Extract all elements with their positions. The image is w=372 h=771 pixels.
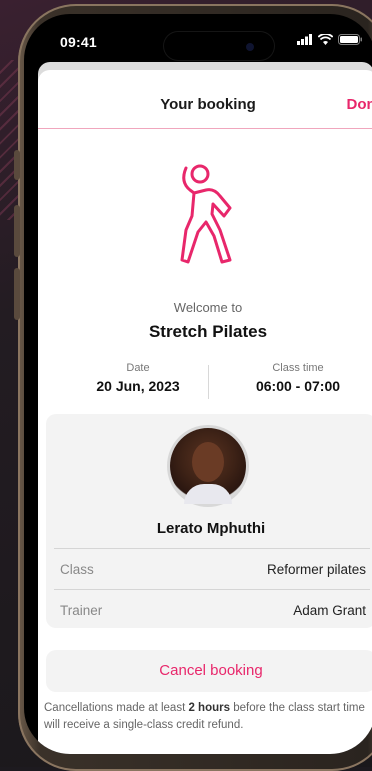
battery-icon (338, 34, 362, 45)
class-row-label: Class (60, 562, 94, 577)
phone-volume-down (14, 268, 20, 320)
time-value: 06:00 - 07:00 (228, 378, 368, 394)
date-label: Date (68, 362, 208, 374)
phone-volume-up (14, 205, 20, 257)
dynamic-island (164, 32, 274, 60)
sheet-header: Your booking Done (38, 70, 372, 129)
note-bold: 2 hours (188, 702, 230, 714)
welcome-text: Welcome to (38, 300, 372, 315)
trainer-row-value: Adam Grant (293, 603, 366, 618)
cancellation-note: Cancellations made at least 2 hours befo… (44, 700, 372, 734)
done-button[interactable]: Done (347, 96, 372, 113)
status-icons (297, 34, 362, 45)
cancel-booking-button[interactable]: Cancel booking (46, 650, 372, 692)
avatar-face (192, 442, 224, 482)
time-label: Class time (228, 362, 368, 374)
date-value: 20 Jun, 2023 (68, 378, 208, 394)
info-divider (208, 365, 209, 399)
phone-screen: 09:41 Your booking Done (24, 14, 372, 754)
booking-sheet: Your booking Done Welcome to Stretch Pil… (38, 70, 372, 754)
stretch-person-icon (176, 160, 238, 270)
member-name: Lerato Mphuthi (46, 520, 372, 537)
class-name: Stretch Pilates (38, 322, 372, 342)
camera (246, 43, 254, 51)
trainer-row-label: Trainer (60, 603, 102, 618)
avatar (170, 428, 246, 504)
class-row: Class Reformer pilates (54, 548, 370, 589)
wifi-icon (318, 34, 333, 45)
class-row-value: Reformer pilates (267, 562, 366, 577)
status-time: 09:41 (60, 34, 97, 50)
note-before: Cancellations made at least (44, 702, 188, 714)
trainer-row: Trainer Adam Grant (54, 589, 370, 630)
member-card: Lerato Mphuthi Class Reformer pilates Tr… (46, 414, 372, 628)
phone-action-button (14, 150, 20, 180)
signal-icon (297, 34, 313, 45)
time-info: Class time 06:00 - 07:00 (228, 362, 368, 394)
page-title: Your booking (38, 96, 372, 113)
avatar-shirt (184, 484, 232, 504)
date-info: Date 20 Jun, 2023 (68, 362, 208, 394)
